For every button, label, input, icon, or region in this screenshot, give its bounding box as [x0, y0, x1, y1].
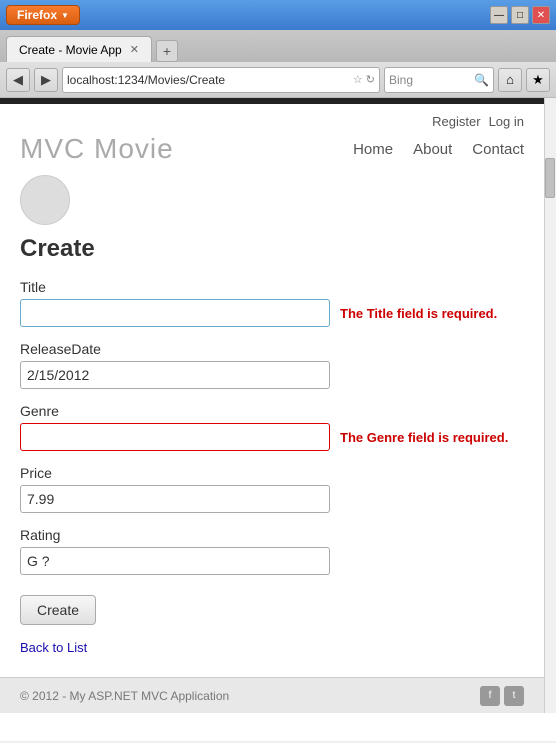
back-to-list-link[interactable]: Back to List [20, 640, 87, 655]
search-placeholder: Bing [389, 73, 470, 87]
forward-icon: ▶ [41, 72, 51, 88]
nav-bar: ◀ ▶ localhost:1234/Movies/Create ☆ ↻ Bin… [0, 62, 556, 98]
price-field-group: Price [20, 465, 524, 513]
genre-input-row: The Genre field is required. [20, 423, 524, 451]
main-content: Create Title The Title field is required… [0, 225, 544, 677]
nav-home[interactable]: Home [353, 141, 393, 158]
tab-bar: Create - Movie App ✕ + [0, 30, 556, 62]
favorites-icon: ★ [532, 72, 544, 88]
release-date-input[interactable] [20, 361, 330, 389]
page-title: Create [20, 235, 524, 263]
url-text: localhost:1234/Movies/Create [67, 73, 349, 87]
url-bar[interactable]: localhost:1234/Movies/Create ☆ ↻ [62, 67, 380, 93]
close-button[interactable]: ✕ [532, 6, 550, 24]
scrollbar-thumb[interactable] [545, 158, 555, 198]
url-icons: ☆ ↻ [353, 73, 375, 86]
maximize-button[interactable]: □ [511, 6, 529, 24]
header-top: Register Log in [20, 114, 524, 129]
footer-copyright: © 2012 - My ASP.NET MVC Application [20, 689, 229, 703]
refresh-icon: ↻ [366, 73, 375, 86]
title-label: Title [20, 279, 524, 295]
genre-error: The Genre field is required. [340, 430, 508, 445]
release-date-label: ReleaseDate [20, 341, 524, 357]
genre-input[interactable] [20, 423, 330, 451]
title-bar: Firefox ▼ — □ ✕ [0, 0, 556, 30]
favorites-button[interactable]: ★ [526, 68, 550, 92]
back-icon: ◀ [13, 72, 23, 88]
site-footer: © 2012 - My ASP.NET MVC Application f t [0, 677, 544, 713]
home-icon: ⌂ [506, 72, 514, 87]
avatar-area [0, 175, 544, 225]
price-label: Price [20, 465, 524, 481]
avatar [20, 175, 70, 225]
site-header: Register Log in MVC Movie Home About Con… [0, 104, 544, 175]
tab-title: Create - Movie App [19, 43, 122, 57]
page-wrapper: Register Log in MVC Movie Home About Con… [0, 98, 556, 741]
login-link[interactable]: Log in [489, 114, 524, 129]
create-button[interactable]: Create [20, 595, 96, 625]
star-icon: ☆ [353, 73, 363, 86]
nav-about[interactable]: About [413, 141, 452, 158]
title-input-row: The Title field is required. [20, 299, 524, 327]
rating-input[interactable] [20, 547, 330, 575]
site-title: MVC Movie [20, 133, 174, 165]
search-icon: 🔍 [474, 73, 489, 87]
facebook-icon[interactable]: f [480, 686, 500, 706]
search-bar[interactable]: Bing 🔍 [384, 67, 494, 93]
site-nav: Home About Contact [353, 141, 524, 158]
release-date-field-group: ReleaseDate [20, 341, 524, 389]
scrollbar-track[interactable] [544, 98, 556, 713]
genre-label: Genre [20, 403, 524, 419]
new-tab-button[interactable]: + [156, 40, 178, 62]
twitter-icon[interactable]: t [504, 686, 524, 706]
window-controls: — □ ✕ [490, 6, 550, 24]
tab-close-icon[interactable]: ✕ [130, 43, 139, 56]
browser-chrome: Firefox ▼ — □ ✕ Create - Movie App ✕ + ◀ [0, 0, 556, 98]
rating-field-group: Rating [20, 527, 524, 575]
title-field-group: Title The Title field is required. [20, 279, 524, 327]
minimize-button[interactable]: — [490, 6, 508, 24]
forward-button[interactable]: ▶ [34, 68, 58, 92]
firefox-button[interactable]: Firefox ▼ [6, 5, 80, 25]
home-button[interactable]: ⌂ [498, 68, 522, 92]
firefox-label: Firefox [17, 8, 57, 22]
nav-contact[interactable]: Contact [472, 141, 524, 158]
rating-label: Rating [20, 527, 524, 543]
firefox-arrow-icon: ▼ [61, 11, 69, 20]
active-tab[interactable]: Create - Movie App ✕ [6, 36, 152, 62]
footer-icons: f t [480, 686, 524, 706]
price-input[interactable] [20, 485, 330, 513]
register-link[interactable]: Register [432, 114, 480, 129]
title-input[interactable] [20, 299, 330, 327]
site-title-nav: MVC Movie Home About Contact [20, 133, 524, 165]
back-button[interactable]: ◀ [6, 68, 30, 92]
title-error: The Title field is required. [340, 306, 497, 321]
genre-field-group: Genre The Genre field is required. [20, 403, 524, 451]
scroll-area[interactable]: Register Log in MVC Movie Home About Con… [0, 98, 544, 713]
